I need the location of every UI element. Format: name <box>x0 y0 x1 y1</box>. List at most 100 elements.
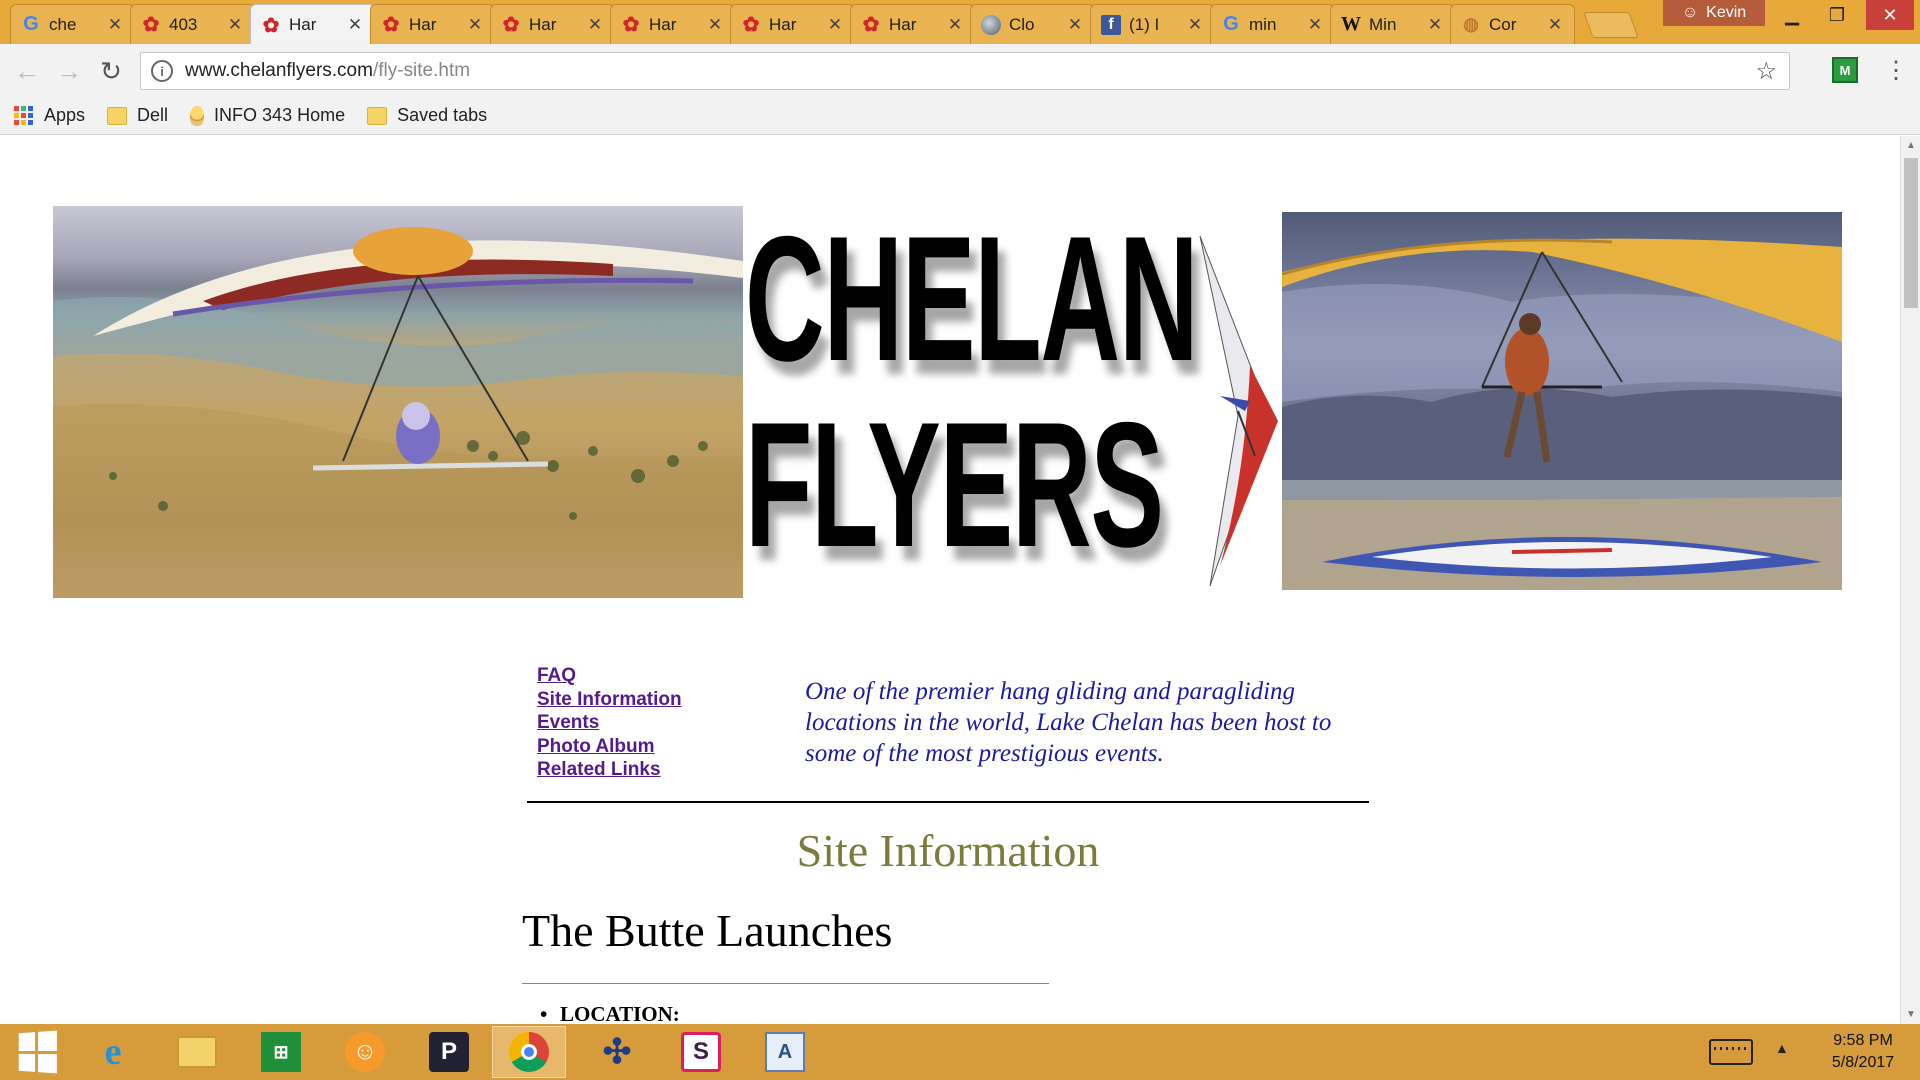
bookmark-label: Apps <box>44 105 86 125</box>
logo-line-2: FLYERS <box>745 385 1164 584</box>
close-tab-icon[interactable]: ✕ <box>1306 15 1324 35</box>
google-g-icon: G <box>23 13 39 35</box>
profile-button[interactable]: ☺ Kevin <box>1663 0 1765 26</box>
internet-explorer-icon: e <box>104 1031 122 1073</box>
close-tab-icon[interactable]: ✕ <box>586 15 604 35</box>
tab-title: 403 <box>169 14 198 34</box>
tab-title: Min <box>1369 14 1397 34</box>
google-g-icon: G <box>1223 13 1239 35</box>
site-info-icon[interactable]: i <box>151 60 173 82</box>
bookmark-dell[interactable]: Dell <box>107 105 168 126</box>
profile-name: Kevin <box>1706 4 1747 21</box>
system-clock[interactable]: 9:58 PM 5/8/2017 <box>1818 1030 1908 1074</box>
scroll-up-arrow-icon[interactable]: ▲ <box>1906 140 1916 151</box>
profile-icon: ☺ <box>1681 4 1699 21</box>
bookmark-apps[interactable]: Apps <box>14 105 85 126</box>
page-viewport[interactable]: CHELAN FLYERS FAQ Site Information Event… <box>0 136 1920 1024</box>
list-item: LOCATION: <box>540 1002 680 1024</box>
scroll-down-arrow-icon[interactable]: ▼ <box>1906 1009 1916 1020</box>
flower-icon: ✿ <box>262 14 280 37</box>
tab-3-active[interactable]: ✿ Har ✕ <box>250 4 375 45</box>
taskbar-pandora[interactable]: P <box>412 1026 486 1078</box>
close-tab-icon[interactable]: ✕ <box>826 15 844 35</box>
close-tab-icon[interactable]: ✕ <box>226 15 244 35</box>
taskbar-internet-explorer[interactable]: e <box>76 1026 150 1078</box>
chrome-menu-icon[interactable]: ⋮ <box>1884 56 1908 85</box>
window-close-button[interactable]: ✕ <box>1866 0 1914 30</box>
scrollbar-thumb[interactable] <box>1904 158 1918 308</box>
wordpad-icon: A <box>765 1032 805 1072</box>
taskbar-chrome[interactable] <box>492 1026 566 1078</box>
tab-title: min <box>1249 14 1277 34</box>
reload-icon[interactable]: ↻ <box>96 56 126 86</box>
tab-10[interactable]: f (1) I ✕ <box>1090 4 1215 44</box>
nav-link-site-information[interactable]: Site Information <box>537 688 682 712</box>
forward-arrow-icon[interactable]: → <box>54 56 84 86</box>
start-button[interactable] <box>0 1026 74 1078</box>
nav-link-photo-album[interactable]: Photo Album <box>537 735 682 759</box>
bookmark-label: INFO 343 Home <box>214 105 346 125</box>
tab-strip: G che ✕ ✿ 403 ✕ ✿ Har ✕ ✿ Har ✕ ✿ Har ✕ … <box>0 0 1920 45</box>
tab-1[interactable]: G che ✕ <box>10 4 135 44</box>
tab-8[interactable]: ✿ Har ✕ <box>850 4 975 44</box>
new-tab-button[interactable] <box>1583 12 1639 38</box>
taskbar-store[interactable]: ⊞ <box>244 1026 318 1078</box>
extension-icon[interactable]: M <box>1832 57 1858 83</box>
minimize-button[interactable]: ▁ <box>1770 0 1814 30</box>
bookmark-info343[interactable]: INFO 343 Home <box>190 105 345 126</box>
tab-9[interactable]: Clo ✕ <box>970 4 1095 44</box>
lightbulb-icon <box>190 105 205 126</box>
close-tab-icon[interactable]: ✕ <box>1426 15 1444 35</box>
taskbar-tableau[interactable]: ✣ <box>580 1026 654 1078</box>
close-tab-icon[interactable]: ✕ <box>1186 15 1204 35</box>
nav-link-related-links[interactable]: Related Links <box>537 758 682 782</box>
chrome-icon <box>509 1032 549 1072</box>
windows-taskbar: e ⊞ ☺ P ✣ S A ▲ 9:58 PM 5/8/2017 <box>0 1024 1920 1080</box>
bookmark-star-icon[interactable]: ☆ <box>1755 57 1777 86</box>
tab-11[interactable]: G min ✕ <box>1210 4 1335 44</box>
folder-icon <box>107 106 128 125</box>
restore-button[interactable]: ❐ <box>1815 0 1859 30</box>
tab-7[interactable]: ✿ Har ✕ <box>730 4 855 44</box>
store-icon: ⊞ <box>261 1032 301 1072</box>
address-bar[interactable]: i www.chelanflyers.com/fly-site.htm ☆ <box>140 52 1790 90</box>
site-tagline: One of the premier hang gliding and para… <box>805 678 1332 767</box>
site-navigation: FAQ Site Information Events Photo Album … <box>537 664 682 782</box>
back-arrow-icon[interactable]: ← <box>12 56 42 86</box>
url-host: www.chelanflyers.com <box>185 60 373 81</box>
close-tab-icon[interactable]: ✕ <box>106 15 124 35</box>
chelan-flyers-logo: CHELAN FLYERS <box>745 206 1278 646</box>
globe-icon <box>981 14 1001 35</box>
taskbar-wordpad[interactable]: A <box>748 1026 822 1078</box>
close-tab-icon[interactable]: ✕ <box>706 15 724 35</box>
taskbar-slack[interactable]: S <box>664 1026 738 1078</box>
nav-link-events[interactable]: Events <box>537 711 682 735</box>
browser-toolbar: ← → ↻ i www.chelanflyers.com/fly-site.ht… <box>0 44 1920 97</box>
bookmark-saved-tabs[interactable]: Saved tabs <box>367 105 487 126</box>
leaf-icon: ◍ <box>1463 14 1479 34</box>
tab-4[interactable]: ✿ Har ✕ <box>370 4 495 44</box>
show-hidden-icons-icon[interactable]: ▲ <box>1775 1040 1789 1056</box>
pandora-icon: P <box>429 1032 469 1072</box>
tab-12[interactable]: W Min ✕ <box>1330 4 1455 44</box>
taskbar-scratch[interactable]: ☺ <box>328 1026 402 1078</box>
tab-2[interactable]: ✿ 403 ✕ <box>130 4 255 44</box>
tab-5[interactable]: ✿ Har ✕ <box>490 4 615 44</box>
tab-13[interactable]: ◍ Cor ✕ <box>1450 4 1575 44</box>
divider <box>527 801 1369 803</box>
wikipedia-icon: W <box>1341 13 1361 35</box>
nav-link-faq[interactable]: FAQ <box>537 664 682 688</box>
page-heading: The Butte Launches <box>522 905 893 956</box>
close-tab-icon[interactable]: ✕ <box>1546 15 1564 35</box>
flower-icon: ✿ <box>622 14 640 36</box>
vertical-scrollbar[interactable]: ▲ ▼ <box>1900 136 1920 1024</box>
tab-title: Har <box>289 15 317 34</box>
taskbar-file-explorer[interactable] <box>160 1026 234 1078</box>
close-tab-icon[interactable]: ✕ <box>466 15 484 35</box>
close-tab-icon[interactable]: ✕ <box>946 15 964 35</box>
close-tab-icon[interactable]: ✕ <box>346 15 364 35</box>
slack-icon: S <box>681 1032 721 1072</box>
touch-keyboard-icon[interactable] <box>1709 1039 1753 1065</box>
tab-6[interactable]: ✿ Har ✕ <box>610 4 735 44</box>
close-tab-icon[interactable]: ✕ <box>1066 15 1084 35</box>
